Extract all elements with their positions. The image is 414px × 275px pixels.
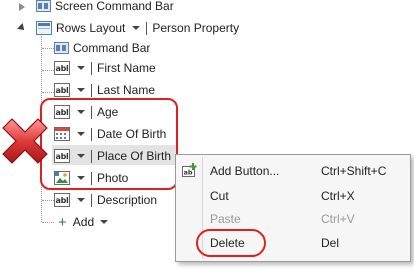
menu-item-paste[interactable]: Paste Ctrl+V [176, 209, 410, 229]
menu-item-label: Cut [210, 189, 229, 203]
tree-node-first-name[interactable]: abl First Name [54, 58, 156, 78]
node-label: Last Name [97, 83, 156, 97]
node-label: Description [97, 193, 158, 207]
menu-item-cut[interactable]: Cut Ctrl+X [176, 186, 410, 206]
node-label: Command Bar [73, 41, 151, 55]
highlight-box [40, 98, 178, 190]
plus-icon: + [58, 213, 67, 231]
add-button-icon: ab [182, 163, 198, 179]
tree-guide-line [42, 48, 54, 49]
chevron-down-icon[interactable] [77, 198, 85, 202]
tree-node-command-bar[interactable]: Command Bar [54, 38, 150, 58]
tree-guide-line [42, 200, 54, 201]
tree-guide-line [42, 92, 54, 93]
delete-x-icon [0, 116, 50, 166]
separator [91, 193, 92, 207]
menu-item-shortcut: Ctrl+X [321, 189, 355, 203]
svg-text:ab: ab [184, 169, 193, 177]
chevron-down-icon[interactable] [100, 220, 109, 224]
menu-item-label: Add Button... [210, 164, 280, 178]
separator [91, 83, 92, 97]
node-label: Screen Command Bar [55, 0, 174, 13]
separator [146, 21, 148, 35]
command-bar-icon [36, 0, 51, 12]
menu-item-shortcut: Del [321, 236, 340, 250]
node-label: First Name [97, 61, 156, 75]
menu-item-shortcut: Ctrl+V [321, 212, 355, 226]
tree-guide-line [42, 222, 54, 223]
tree-node-rows-layout[interactable]: Rows Layout Person Property [36, 18, 239, 38]
menu-item-shortcut: Ctrl+Shift+C [321, 164, 387, 178]
highlight-circle [196, 229, 266, 257]
node-label: Rows Layout [56, 21, 126, 35]
textbox-abl-icon: abl [54, 193, 70, 207]
menu-item-add-button[interactable]: ab Add Button... Ctrl+Shift+C [176, 161, 410, 181]
tree-node-last-name[interactable]: abl Last Name [54, 80, 155, 100]
chevron-down-icon[interactable] [77, 88, 85, 92]
collapse-arrow-icon[interactable] [17, 23, 27, 33]
tree-node-screen-command-bar[interactable]: Screen Command Bar [36, 0, 174, 16]
rows-layout-icon [36, 21, 52, 35]
add-label: Add [72, 215, 95, 229]
separator [91, 61, 92, 75]
add-node-button[interactable]: + Add [58, 212, 114, 232]
chevron-down-icon[interactable] [132, 26, 141, 30]
textbox-abl-icon: abl [54, 61, 70, 75]
menu-item-label: Paste [210, 212, 241, 226]
node-binding-label: Person Property [152, 21, 240, 35]
tree-guide-line [42, 70, 54, 71]
textbox-abl-icon: abl [54, 83, 70, 97]
chevron-down-icon[interactable] [77, 66, 85, 70]
expand-arrow-icon[interactable] [19, 3, 25, 11]
command-bar-icon [54, 42, 69, 54]
tree-node-description[interactable]: abl Description [54, 190, 157, 210]
